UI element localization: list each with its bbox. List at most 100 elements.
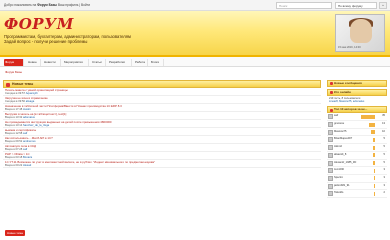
topic-author-link[interactable]: alisaga — [26, 100, 35, 103]
topic-author-link[interactable]: Bonaza — [23, 156, 32, 159]
author-name[interactable]: jackrob81_91 — [334, 184, 350, 187]
tab-developments[interactable]: Разработки — [108, 59, 132, 66]
header-photo: 15 мая 2016, 14:00 — [335, 14, 385, 52]
topic-row: Автозапуск пола в СКД Вчера в 07:28 saif — [3, 144, 321, 152]
author-post-count: 5 — [383, 145, 385, 149]
author-name[interactable]: Akimid — [334, 145, 342, 148]
top-author-row[interactable]: saif 35 — [327, 113, 387, 122]
avatar — [328, 183, 333, 189]
breadcrumb[interactable]: Форум Базы — [5, 70, 22, 74]
topic-time: Вчера в 13:14 — [5, 123, 23, 127]
topic-time: Вчера в 09:52 — [5, 139, 23, 143]
topic-author-link[interactable]: Huskit — [23, 108, 30, 111]
topic-meta: Сегодня в 09:57 Aquamyth — [5, 92, 321, 95]
top-author-row[interactable]: Alexandr_1985_3D 5 — [327, 160, 387, 168]
author-name[interactable]: Spectro — [334, 176, 343, 179]
author-name[interactable]: zenn090 — [334, 168, 344, 171]
author-name[interactable]: gmooreu — [334, 122, 344, 125]
welcome-site-link[interactable]: Форум Базы — [37, 3, 57, 7]
author-name[interactable]: Alexandr_1985_3D — [334, 161, 356, 164]
topic-meta: Вчера в 13:32 adomatus — [5, 116, 321, 119]
welcome-text: Добро пожаловать на Форум Базы Ваш профи… — [4, 3, 90, 7]
author-post-count: 5 — [383, 137, 385, 141]
topic-author-link[interactable]: Sanchez_de_la_Vega — [23, 124, 49, 127]
tab-news[interactable]: Новости — [43, 59, 61, 66]
messages-icon — [329, 82, 333, 86]
top-authors-title: Топ 10 авторов за не... — [334, 107, 368, 112]
avatar — [328, 129, 333, 135]
top-author-row[interactable]: alisanidi_8 5 — [327, 152, 387, 160]
profile-login-links[interactable]: Ваш профиль | Войти — [58, 3, 90, 7]
avatar — [328, 168, 333, 174]
author-name[interactable]: alisanidi_8 — [334, 153, 346, 156]
author-name[interactable]: BrianMapes007 — [334, 137, 352, 140]
new-messages-header[interactable]: Новые сообщения — [327, 80, 387, 87]
top-author-row[interactable]: gmooreu 13 — [327, 121, 387, 129]
author-post-count: 2 — [383, 191, 385, 195]
topic-time: Вчера в 03:18 — [5, 155, 23, 159]
top-author-row[interactable]: Akimid 5 — [327, 144, 387, 152]
author-post-count: 5 — [383, 160, 385, 164]
search-input[interactable]: Поиск — [276, 2, 332, 9]
avatar — [328, 152, 333, 158]
topic-time: Вчера в 13:32 — [5, 115, 23, 119]
welcome-prefix: Добро пожаловать на — [4, 3, 37, 7]
tab-blogs[interactable]: Блоги — [150, 59, 164, 66]
topic-author-link[interactable]: Alesa2 — [23, 164, 31, 167]
topic-row: выемка и сертификаты Вчера в 12:58 saif — [3, 128, 321, 136]
topic-meta: Вчера в 07:28 saif — [5, 148, 321, 151]
photo-caption: 15 мая 2016, 14:00 — [338, 46, 361, 49]
topic-author-link[interactable]: Aquamyth — [26, 92, 38, 95]
all-new-topics-button[interactable]: Новые темы — [5, 230, 26, 236]
photo-person — [350, 19, 372, 43]
topic-author-link[interactable]: saif — [23, 148, 27, 151]
author-name[interactable]: Tsikoldo — [334, 191, 343, 194]
tab-jobs[interactable]: Работа — [134, 59, 148, 66]
top-author-row[interactable]: jackrob81_91 3 — [327, 183, 387, 191]
topic-meta: Вчера в 12:58 saif — [5, 132, 321, 135]
tab-new[interactable]: Новое — [27, 59, 41, 66]
topics-icon — [6, 82, 10, 87]
author-name[interactable]: saif — [334, 114, 338, 117]
new-messages-title: Новые сообщения — [334, 81, 362, 85]
topic-time: Вчера в 00:22 — [5, 163, 23, 167]
topic-author-link[interactable]: adomatus — [23, 116, 35, 119]
topic-row: Печать макета с умной ориентацией страни… — [3, 88, 321, 96]
site-header: ФОРУМ Программистам, бухгалтерам, админи… — [0, 11, 390, 57]
main-navigation: Форум Новое Новости Мероприятия Статьи Р… — [0, 57, 390, 67]
avatar — [328, 137, 333, 143]
avatar — [328, 160, 333, 166]
author-post-count: 13 — [382, 122, 385, 126]
online-user-links[interactable]: Linear8, Mascow75, adomatus — [329, 100, 364, 103]
search-button[interactable]: » — [379, 2, 387, 9]
topic-author-link[interactable]: andnemus — [23, 140, 36, 143]
avatar — [328, 191, 333, 197]
top-author-row[interactable]: Mascow75 10 — [327, 129, 387, 137]
who-online-title: Кто онлайн — [334, 90, 351, 94]
topic-time: Сегодня в 09:57 — [5, 91, 25, 95]
online-summary: 219 гость, 8 пользователи Linear8, Masco… — [327, 96, 387, 106]
top-author-row[interactable]: Spectro 3 — [327, 175, 387, 183]
tab-forum[interactable]: Форум — [4, 59, 24, 66]
site-logo[interactable]: ФОРУМ — [4, 15, 74, 33]
avatar — [328, 114, 333, 120]
tab-events[interactable]: Мероприятия — [63, 59, 89, 66]
search-scope-select[interactable]: По всему форуму — [335, 2, 377, 9]
author-name[interactable]: Mascow75 — [334, 130, 346, 133]
top-author-row[interactable]: Tsikoldo 2 — [327, 190, 387, 198]
site-tagline: Программистам, бухгалтерам, администрато… — [4, 34, 244, 44]
author-post-count: 3 — [383, 183, 385, 187]
topic-row: Не проведывается инструкция выданных на … — [3, 120, 321, 128]
author-activity-bar — [361, 114, 375, 119]
author-post-count: 10 — [382, 129, 385, 133]
topic-meta: Вчера в 00:22 Alesa2 — [5, 164, 321, 167]
who-online-header: Кто онлайн — [327, 89, 387, 96]
top-author-row[interactable]: zenn090 3 — [327, 167, 387, 175]
sidebar: Новые сообщения Кто онлайн 219 гость, 8 … — [327, 80, 387, 240]
top-author-row[interactable]: BrianMapes007 5 — [327, 136, 387, 145]
topic-row: Выгрузки в эксель на [в таблице/текст], … — [3, 112, 321, 120]
topic-author-link[interactable]: saif — [23, 132, 27, 135]
topic-list: Печать макета с умной ориентацией страни… — [3, 88, 321, 168]
topic-meta: Вчера в 13:14 Sanchez_de_la_Vega — [5, 124, 321, 127]
tab-articles[interactable]: Статьи — [91, 59, 106, 66]
